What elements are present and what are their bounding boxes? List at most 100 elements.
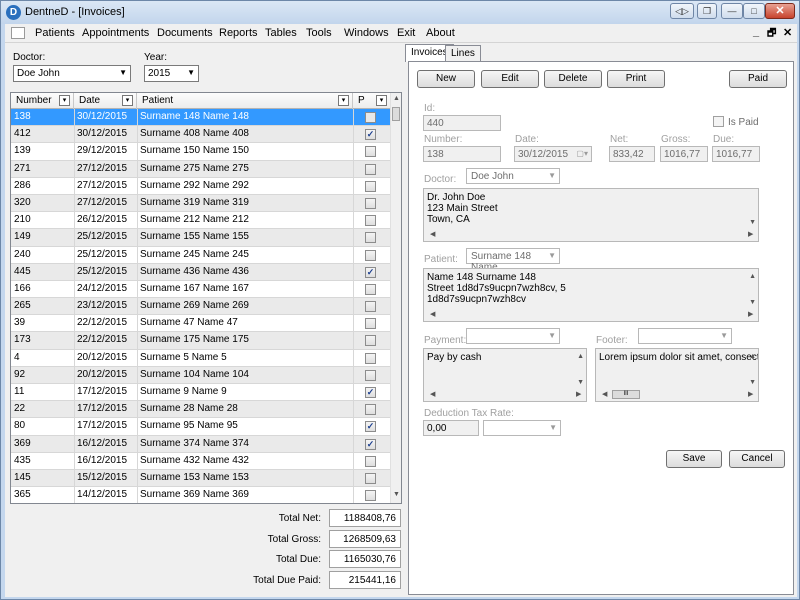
- calendar-dropdown-icon[interactable]: ▢▾: [576, 149, 588, 158]
- footer-memo[interactable]: Lorem ipsum dolor sit amet, consectetur …: [595, 348, 759, 402]
- mdi-restore-button[interactable]: 🗗: [767, 26, 776, 43]
- maximize-button[interactable]: □: [743, 3, 765, 19]
- table-row[interactable]: 139 29/12/2015 Surname 150 Name 150: [11, 143, 391, 161]
- menu-patients[interactable]: Patients: [35, 27, 75, 39]
- mdi-document-icon[interactable]: [11, 27, 25, 39]
- scroll-right-icon[interactable]: ▶: [748, 389, 753, 400]
- menu-tables[interactable]: Tables: [265, 27, 297, 39]
- patient-select[interactable]: Surname 148 Name ▼: [466, 248, 560, 273]
- paid-checkbox[interactable]: [365, 352, 376, 364]
- is-paid-checkbox[interactable]: [713, 116, 724, 127]
- paid-checkbox[interactable]: [365, 197, 376, 209]
- scroll-thumb[interactable]: [392, 107, 400, 121]
- date-picker[interactable]: 30/12/2015 ▢▾: [514, 146, 592, 162]
- delete-button[interactable]: Delete: [544, 70, 602, 88]
- paid-checkbox[interactable]: [365, 112, 376, 123]
- mdi-minimize-button[interactable]: _: [753, 26, 759, 38]
- table-row[interactable]: 435 16/12/2015 Surname 432 Name 432: [11, 452, 391, 470]
- number-field[interactable]: 138: [423, 146, 501, 162]
- column-header-paid[interactable]: P ▾: [353, 93, 391, 109]
- table-row[interactable]: 39 22/12/2015 Surname 47 Name 47: [11, 315, 391, 333]
- scroll-down-icon[interactable]: ▼: [577, 377, 584, 388]
- filter-dropdown-icon[interactable]: ▾: [122, 95, 133, 106]
- doctor-address-memo[interactable]: Dr. John Doe 123 Main Street Town, CA ▼ …: [423, 188, 759, 242]
- paid-button[interactable]: Paid: [729, 70, 787, 88]
- paid-checkbox[interactable]: [365, 404, 376, 416]
- table-row[interactable]: 149 25/12/2015 Surname 155 Name 155: [11, 229, 391, 247]
- menu-about[interactable]: About: [426, 27, 455, 39]
- scroll-down-icon[interactable]: ▼: [749, 377, 756, 388]
- id-field[interactable]: 440: [423, 115, 501, 131]
- table-row[interactable]: 4 20/12/2015 Surname 5 Name 5: [11, 349, 391, 367]
- paid-checkbox[interactable]: ✓: [365, 266, 376, 278]
- footer-select[interactable]: ▼: [638, 328, 732, 344]
- title-bar[interactable]: D DentneD - [Invoices] ◁▷ ❐ — □ ✕: [1, 1, 799, 24]
- paid-checkbox[interactable]: [365, 146, 376, 158]
- deduction-tax-rate-field[interactable]: 0,00: [423, 420, 479, 436]
- edit-button[interactable]: Edit: [481, 70, 539, 88]
- due-field[interactable]: 1016,77: [712, 146, 760, 162]
- column-header-patient[interactable]: Patient ▾: [137, 93, 353, 109]
- menu-documents[interactable]: Documents: [157, 27, 213, 39]
- filter-dropdown-icon[interactable]: ▾: [338, 95, 349, 106]
- grid-vertical-scrollbar[interactable]: ▲ ▼: [390, 93, 401, 503]
- column-header-date[interactable]: Date ▾: [74, 93, 137, 109]
- pin-window-button[interactable]: ❐: [697, 3, 717, 19]
- table-row[interactable]: 240 25/12/2015 Surname 245 Name 245: [11, 246, 391, 264]
- net-field[interactable]: 833,42: [609, 146, 655, 162]
- table-row[interactable]: 210 26/12/2015 Surname 212 Name 212: [11, 212, 391, 230]
- horizontal-scroll-thumb[interactable]: III: [612, 390, 640, 399]
- mdi-close-button[interactable]: ✕: [783, 26, 792, 39]
- minimize-button[interactable]: —: [721, 3, 743, 19]
- invoices-grid[interactable]: Number ▾ Date ▾ Patient ▾ P ▾ 138 30/12/2…: [10, 92, 402, 504]
- scroll-down-icon[interactable]: ▼: [749, 297, 756, 308]
- table-row[interactable]: 271 27/12/2015 Surname 275 Name 275: [11, 160, 391, 178]
- scroll-left-icon[interactable]: ◀: [430, 229, 435, 240]
- doctor-filter-select[interactable]: Doe John ▼: [13, 65, 131, 82]
- table-row[interactable]: 92 20/12/2015 Surname 104 Name 104: [11, 366, 391, 384]
- table-row[interactable]: 138 30/12/2015 Surname 148 Name 148: [11, 109, 391, 127]
- menu-appointments[interactable]: Appointments: [82, 27, 149, 39]
- tab-lines[interactable]: Lines: [445, 45, 481, 61]
- menu-exit[interactable]: Exit: [397, 27, 415, 39]
- scroll-down-icon[interactable]: ▼: [749, 217, 756, 228]
- menu-tools[interactable]: Tools: [306, 27, 332, 39]
- scroll-right-icon[interactable]: ▶: [748, 309, 753, 320]
- scroll-right-icon[interactable]: ▶: [576, 389, 581, 400]
- paid-checkbox[interactable]: [365, 369, 376, 381]
- paid-checkbox[interactable]: [365, 215, 376, 227]
- deduction-tax-rate-select[interactable]: ▼: [483, 420, 561, 436]
- scroll-left-icon[interactable]: ◀: [602, 389, 607, 400]
- table-row[interactable]: 412 30/12/2015 Surname 408 Name 408 ✓: [11, 126, 391, 144]
- scroll-up-icon[interactable]: ▲: [393, 95, 400, 102]
- gross-field[interactable]: 1016,77: [660, 146, 708, 162]
- extra-window-button[interactable]: ◁▷: [670, 3, 694, 19]
- scroll-left-icon[interactable]: ◀: [430, 309, 435, 320]
- paid-checkbox[interactable]: ✓: [365, 438, 376, 450]
- scroll-up-icon[interactable]: ▲: [577, 351, 584, 362]
- table-row[interactable]: 80 17/12/2015 Surname 95 Name 95 ✓: [11, 418, 391, 436]
- table-row[interactable]: 365 14/12/2015 Surname 369 Name 369: [11, 487, 391, 503]
- scroll-up-icon[interactable]: ▲: [749, 271, 756, 282]
- table-row[interactable]: 265 23/12/2015 Surname 269 Name 269: [11, 298, 391, 316]
- table-row[interactable]: 320 27/12/2015 Surname 319 Name 319: [11, 194, 391, 213]
- menu-windows[interactable]: Windows: [344, 27, 389, 39]
- paid-checkbox[interactable]: [365, 490, 376, 502]
- paid-checkbox[interactable]: [365, 180, 376, 192]
- year-filter-select[interactable]: 2015 ▼: [144, 65, 199, 82]
- paid-checkbox[interactable]: [365, 301, 376, 313]
- table-row[interactable]: 173 22/12/2015 Surname 175 Name 175: [11, 332, 391, 350]
- paid-checkbox[interactable]: [365, 283, 376, 295]
- paid-checkbox[interactable]: [365, 232, 376, 244]
- table-row[interactable]: 166 24/12/2015 Surname 167 Name 167: [11, 280, 391, 299]
- table-row[interactable]: 145 15/12/2015 Surname 153 Name 153: [11, 469, 391, 488]
- paid-checkbox[interactable]: [365, 249, 376, 261]
- new-button[interactable]: New: [417, 70, 475, 88]
- filter-dropdown-icon[interactable]: ▾: [376, 95, 387, 106]
- doctor-select[interactable]: Doe John ▼: [466, 168, 560, 184]
- paid-checkbox[interactable]: ✓: [365, 129, 376, 141]
- menu-reports[interactable]: Reports: [219, 27, 258, 39]
- paid-checkbox[interactable]: [365, 163, 376, 175]
- close-window-button[interactable]: ✕: [765, 3, 795, 19]
- paid-checkbox[interactable]: [365, 455, 376, 467]
